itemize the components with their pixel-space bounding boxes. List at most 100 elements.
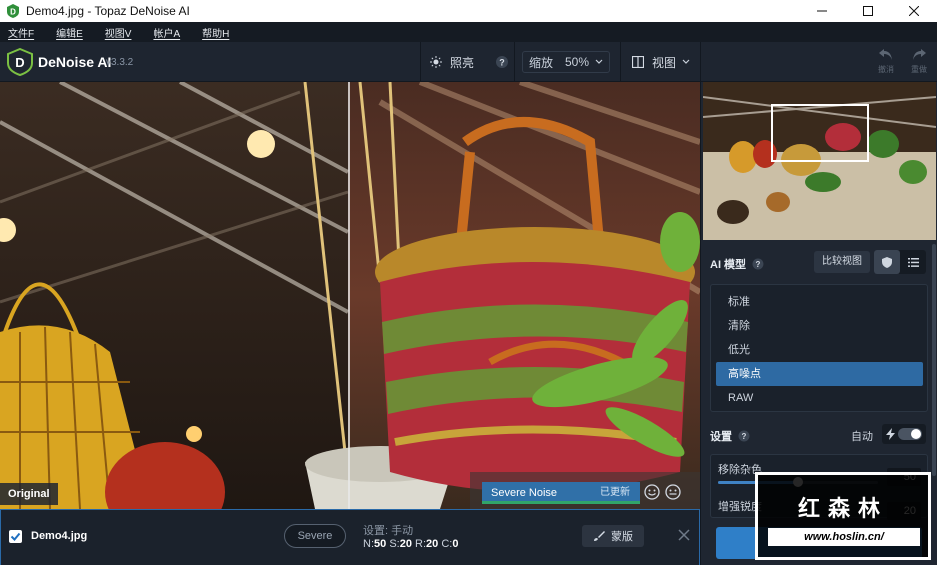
settings-mode: 设置: 手动 xyxy=(363,525,414,537)
preset-pill[interactable]: Severe xyxy=(284,524,346,548)
svg-text:?: ? xyxy=(756,260,761,269)
title-bar: D Demo4.jpg - Topaz DeNoise AI xyxy=(0,0,937,22)
ai-model-header: AI 模型 ? xyxy=(710,256,764,272)
svg-text:?: ? xyxy=(742,432,747,441)
model-item-raw[interactable]: RAW xyxy=(716,386,923,410)
menu-bar: 文件F 编辑E 视图V 帐户A 帮助H xyxy=(0,22,937,42)
ai-model-list: 标准 清除 低光 高噪点 RAW xyxy=(710,284,928,412)
navigator-thumbnail[interactable] xyxy=(703,82,936,240)
toolbar-divider xyxy=(620,42,621,82)
compare-view-button[interactable]: 比较视图 xyxy=(814,251,870,273)
denoise-logo-icon: D xyxy=(7,48,33,76)
menu-help[interactable]: 帮助H xyxy=(202,25,229,40)
auto-toggle[interactable] xyxy=(898,428,922,440)
redo-icon xyxy=(913,49,926,60)
toolbar-divider xyxy=(514,42,515,82)
window-title: Demo4.jpg - Topaz DeNoise AI xyxy=(26,4,190,18)
svg-text:?: ? xyxy=(499,58,505,68)
settings-label: 设置 xyxy=(710,431,732,443)
redo-button[interactable]: 重做 xyxy=(907,48,931,78)
model-item-standard[interactable]: 标准 xyxy=(716,290,923,314)
model-item-low-light[interactable]: 低光 xyxy=(716,338,923,362)
panel-scrollbar[interactable] xyxy=(932,244,936,476)
close-icon[interactable] xyxy=(677,528,691,542)
app-version: v3.3.2 xyxy=(106,57,134,68)
window-controls xyxy=(799,0,937,22)
file-strip: Demo4.jpg Severe 设置: 手动 N:50 S:20 R:20 C… xyxy=(0,509,700,565)
noise-value: 50 xyxy=(374,538,387,550)
feedback-buttons xyxy=(644,484,681,500)
help-icon[interactable]: ? xyxy=(752,258,764,270)
minimize-button[interactable] xyxy=(799,0,845,22)
auto-label: 自动 xyxy=(851,431,873,443)
mask-label: 蒙版 xyxy=(611,531,633,543)
menu-edit[interactable]: 编辑E xyxy=(56,25,83,40)
frown-face-icon[interactable] xyxy=(665,484,681,500)
redo-label: 重做 xyxy=(911,65,927,74)
app-window: D Demo4.jpg - Topaz DeNoise AI 文件F 编辑E 视… xyxy=(0,0,937,565)
undo-button[interactable]: 撤消 xyxy=(874,48,898,78)
model-list-view-button[interactable] xyxy=(900,250,926,274)
view-label: 视图 xyxy=(652,55,677,70)
undo-icon xyxy=(879,49,892,60)
image-viewer[interactable] xyxy=(0,82,700,509)
smiley-face-icon[interactable] xyxy=(644,484,660,500)
recover-value: 20 xyxy=(426,538,439,550)
app-logo-icon: D xyxy=(7,4,19,18)
view-button[interactable]: 视图 xyxy=(632,42,690,82)
light-button[interactable]: 照亮 xyxy=(430,42,474,82)
model-item-clear[interactable]: 清除 xyxy=(716,314,923,338)
photo-preview xyxy=(0,82,700,509)
settings-header: 设置 ? xyxy=(710,428,750,444)
zoom-label: 缩放 xyxy=(529,55,554,70)
list-icon xyxy=(907,257,919,267)
navigator-viewport[interactable] xyxy=(771,104,869,162)
original-label: Original xyxy=(0,483,58,505)
svg-text:D: D xyxy=(15,55,24,70)
mask-button[interactable]: 蒙版 xyxy=(582,525,644,547)
model-item-severe-noise[interactable]: 高噪点 xyxy=(716,362,923,386)
menu-file[interactable]: 文件F xyxy=(8,25,34,40)
toolbar-divider xyxy=(420,42,421,82)
file-checkbox[interactable] xyxy=(9,530,22,543)
model-result-label: Severe Noise 已更新 xyxy=(482,482,640,504)
shield-icon xyxy=(882,256,892,268)
split-divider-handle[interactable] xyxy=(348,82,350,509)
toggle-knob xyxy=(911,429,921,439)
checkmark-icon xyxy=(10,532,21,541)
help-icon[interactable]: ? xyxy=(495,55,509,69)
menu-view[interactable]: 视图V xyxy=(105,25,132,40)
split-view-icon xyxy=(632,56,644,68)
watermark-text: 红森林 xyxy=(797,496,888,521)
zoom-value: 50% xyxy=(564,55,589,69)
updated-status: 已更新 xyxy=(600,487,630,498)
maximize-icon xyxy=(863,6,873,16)
menu-account[interactable]: 帐户A xyxy=(153,25,180,40)
model-view-toggle xyxy=(874,250,926,274)
maximize-button[interactable] xyxy=(845,0,891,22)
chevron-down-icon xyxy=(595,59,603,64)
auto-toggle-group xyxy=(882,424,926,444)
close-icon xyxy=(909,6,919,16)
brush-icon xyxy=(594,531,605,541)
light-label: 照亮 xyxy=(450,55,475,70)
toolbar: D DeNoise AI v3.3.2 照亮 ? 缩放 50% 视图 撤消 重做 xyxy=(0,42,937,82)
setting-values: N:50 S:20 R:20 C:0 xyxy=(363,538,459,550)
watermark-url: www.hoslin.cn/ xyxy=(768,528,920,546)
close-window-button[interactable] xyxy=(891,0,937,22)
help-icon[interactable]: ? xyxy=(738,430,750,442)
model-result-name: Severe Noise xyxy=(491,487,558,499)
sharpen-value: 20 xyxy=(399,538,412,550)
lightning-icon xyxy=(886,428,895,440)
color-value: 0 xyxy=(452,538,459,550)
model-icon-view-button[interactable] xyxy=(874,250,900,274)
zoom-select[interactable]: 缩放 50% xyxy=(522,51,610,73)
ai-model-label: AI 模型 xyxy=(710,259,747,271)
svg-text:D: D xyxy=(10,8,16,17)
sun-icon xyxy=(430,56,442,68)
watermark-overlay: 红森林 www.hoslin.cn/ xyxy=(755,472,931,560)
chevron-down-icon xyxy=(682,59,690,64)
undo-label: 撤消 xyxy=(878,65,894,74)
app-brand: DeNoise AI xyxy=(38,54,112,70)
file-name[interactable]: Demo4.jpg xyxy=(31,530,87,542)
